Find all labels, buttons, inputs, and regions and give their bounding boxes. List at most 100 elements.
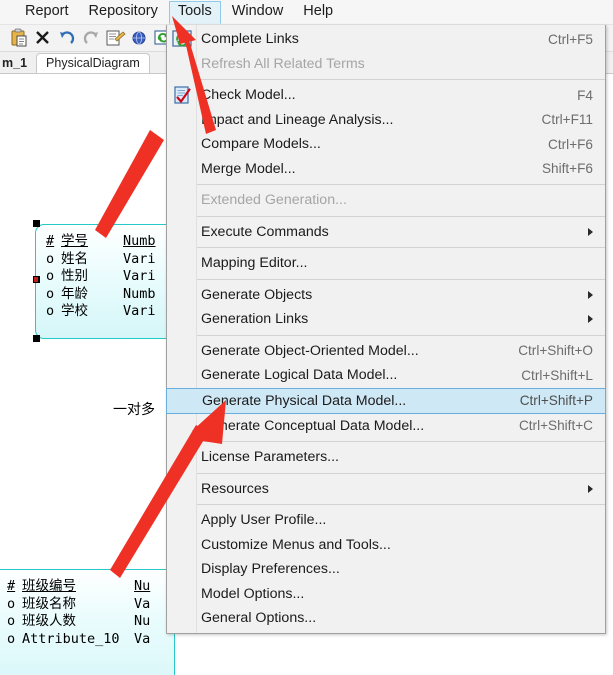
menu-item-shortcut: F4 <box>577 88 593 103</box>
menu-item-impact-and-lineage-analysis[interactable]: Impact and Lineage Analysis... Ctrl+F11 <box>167 108 605 133</box>
submenu-arrow-icon <box>588 228 593 236</box>
check-model-icon <box>171 85 193 105</box>
entity-student-attribute-type: Vari <box>123 251 156 269</box>
menu-item-general-options[interactable]: General Options... <box>167 606 605 631</box>
entity-class-attribute-name: 班级编号 <box>22 578 134 596</box>
entity-class[interactable]: #班级编号Nuo班级名称Vao班级人数NuoAttribute_10Va <box>0 569 175 675</box>
entity-student-attribute-name: 性别 <box>61 268 123 286</box>
menu-item-mapping-editor[interactable]: Mapping Editor... <box>167 251 605 276</box>
entity-student-key-marker: # <box>46 233 61 251</box>
menu-item-label: License Parameters... <box>201 449 339 465</box>
selection-handle-top-left[interactable] <box>33 220 40 227</box>
menu-item-apply-user-profile[interactable]: Apply User Profile... <box>167 508 605 533</box>
menu-item-label: Generate Logical Data Model... <box>201 367 397 383</box>
entity-student-key-marker: o <box>46 286 61 304</box>
tools-menu-item-list: Complete LinksCtrl+F5 Refresh All Related… <box>167 27 605 631</box>
entity-class-key-marker: # <box>7 578 22 596</box>
menu-item-generate-physical-data-model[interactable]: Generate Physical Data Model... Ctrl+Shif… <box>166 388 606 414</box>
menu-item-resources[interactable]: Resources <box>167 477 605 502</box>
entity-student-attribute-type: Vari <box>123 303 156 321</box>
menu-item-shortcut: Ctrl+Shift+L <box>521 368 593 383</box>
menu-item-model-options[interactable]: Model Options... <box>167 582 605 607</box>
paste-icon[interactable] <box>8 27 30 49</box>
menubar-item-help[interactable]: Help <box>294 1 342 23</box>
delete-icon[interactable] <box>32 27 54 49</box>
entity-student-attribute-name: 年龄 <box>61 286 123 304</box>
menu-item-generate-objects[interactable]: Generate Objects <box>167 283 605 308</box>
tools-dropdown-menu[interactable]: Complete LinksCtrl+F5 Refresh All Related… <box>166 25 606 634</box>
menu-bar: ReportRepositoryToolsWindowHelp <box>0 0 613 25</box>
menu-item-shortcut: Ctrl+F11 <box>542 112 594 127</box>
menu-item-label: Complete Links <box>201 31 299 47</box>
menu-item-check-model[interactable]: Check Model... F4 <box>167 83 605 108</box>
entity-student-key-marker: o <box>46 303 61 321</box>
selection-handle-active[interactable] <box>34 277 38 282</box>
entity-student-attribute-type: Vari <box>123 268 156 286</box>
menu-separator <box>197 441 605 442</box>
menu-item-label: Resources <box>201 481 269 497</box>
entity-class-row: o班级名称Va <box>7 596 170 614</box>
menu-item-label: Execute Commands <box>201 224 329 240</box>
menu-item-shortcut: Ctrl+Shift+P <box>520 393 593 408</box>
menu-item-generate-object-oriented-model[interactable]: Generate Object-Oriented Model...Ctrl+Sh… <box>167 339 605 364</box>
selection-handle-bottom-left[interactable] <box>33 335 40 342</box>
entity-class-attribute-type: Nu <box>134 613 150 631</box>
menu-separator <box>197 473 605 474</box>
menu-item-label: Display Preferences... <box>201 561 340 577</box>
menu-item-label: Generation Links <box>201 311 308 327</box>
menubar-item-report[interactable]: Report <box>16 1 78 23</box>
undo-icon[interactable] <box>56 27 78 49</box>
diagram-tab-m-1[interactable]: m_1 <box>0 54 36 73</box>
menu-item-execute-commands[interactable]: Execute Commands <box>167 220 605 245</box>
submenu-arrow-icon <box>588 485 593 493</box>
entity-class-row: o班级人数Nu <box>7 613 170 631</box>
menu-item-label: Generate Conceptual Data Model... <box>201 418 424 434</box>
menubar-item-repository[interactable]: Repository <box>80 1 167 23</box>
menu-item-label: Customize Menus and Tools... <box>201 537 391 553</box>
entity-class-attribute-name: Attribute_10 <box>22 631 134 649</box>
application-window: ReportRepositoryToolsWindowHelp <box>0 0 613 675</box>
entity-class-attribute-type: Va <box>134 631 150 649</box>
menu-separator <box>197 79 605 80</box>
entity-class-attribute-type: Nu <box>134 578 150 596</box>
globe-icon[interactable] <box>128 27 150 49</box>
submenu-arrow-icon <box>588 315 593 323</box>
menu-item-display-preferences[interactable]: Display Preferences... <box>167 557 605 582</box>
menu-item-generation-links[interactable]: Generation Links <box>167 307 605 332</box>
entity-student-attribute-name: 学校 <box>61 303 123 321</box>
entity-class-attribute-name: 班级名称 <box>22 596 134 614</box>
menu-item-label: Generate Physical Data Model... <box>202 393 406 409</box>
menu-item-label: Impact and Lineage Analysis... <box>201 112 393 128</box>
menu-item-license-parameters[interactable]: License Parameters... <box>167 445 605 470</box>
entity-class-key-marker: o <box>7 596 22 614</box>
menu-item-label: Extended Generation... <box>201 192 347 208</box>
menu-item-generate-conceptual-data-model[interactable]: Generate Conceptual Data Model...Ctrl+Sh… <box>167 414 605 439</box>
menu-item-refresh-all-related-terms: Refresh All Related Terms <box>167 52 605 77</box>
menu-item-label: Apply User Profile... <box>201 512 326 528</box>
menu-item-label: Check Model... <box>201 87 296 103</box>
entity-student-attribute-name: 学号 <box>61 233 123 251</box>
entity-student-key-marker: o <box>46 251 61 269</box>
menu-item-label: Generate Object-Oriented Model... <box>201 343 419 359</box>
menu-item-customize-menus-and-tools[interactable]: Customize Menus and Tools... <box>167 533 605 558</box>
menu-item-generate-logical-data-model[interactable]: Generate Logical Data Model... Ctrl+Shift… <box>167 363 605 388</box>
entity-student-attribute-name: 姓名 <box>61 251 123 269</box>
entity-class-row: #班级编号Nu <box>7 578 170 596</box>
menu-item-complete-links[interactable]: Complete LinksCtrl+F5 <box>167 27 605 52</box>
entity-student-attribute-type: Numb <box>123 233 156 251</box>
menu-separator <box>197 335 605 336</box>
menu-item-label: Mapping Editor... <box>201 255 307 271</box>
entity-student-key-marker: o <box>46 268 61 286</box>
menu-item-label: Refresh All Related Terms <box>201 56 365 72</box>
redo-icon[interactable] <box>80 27 102 49</box>
entity-student-attribute-type: Numb <box>123 286 156 304</box>
menu-item-compare-models[interactable]: Compare Models...Ctrl+F6 <box>167 132 605 157</box>
properties-icon[interactable] <box>104 27 126 49</box>
menu-item-label: General Options... <box>201 610 316 626</box>
menu-item-merge-model[interactable]: Merge Model...Shift+F6 <box>167 157 605 182</box>
relationship-label: 一对多 <box>113 399 155 419</box>
menubar-item-tools[interactable]: Tools <box>169 1 221 24</box>
menu-separator <box>197 504 605 505</box>
diagram-tab-physicaldiagram[interactable]: PhysicalDiagram <box>36 53 150 73</box>
menubar-item-window[interactable]: Window <box>223 1 293 23</box>
